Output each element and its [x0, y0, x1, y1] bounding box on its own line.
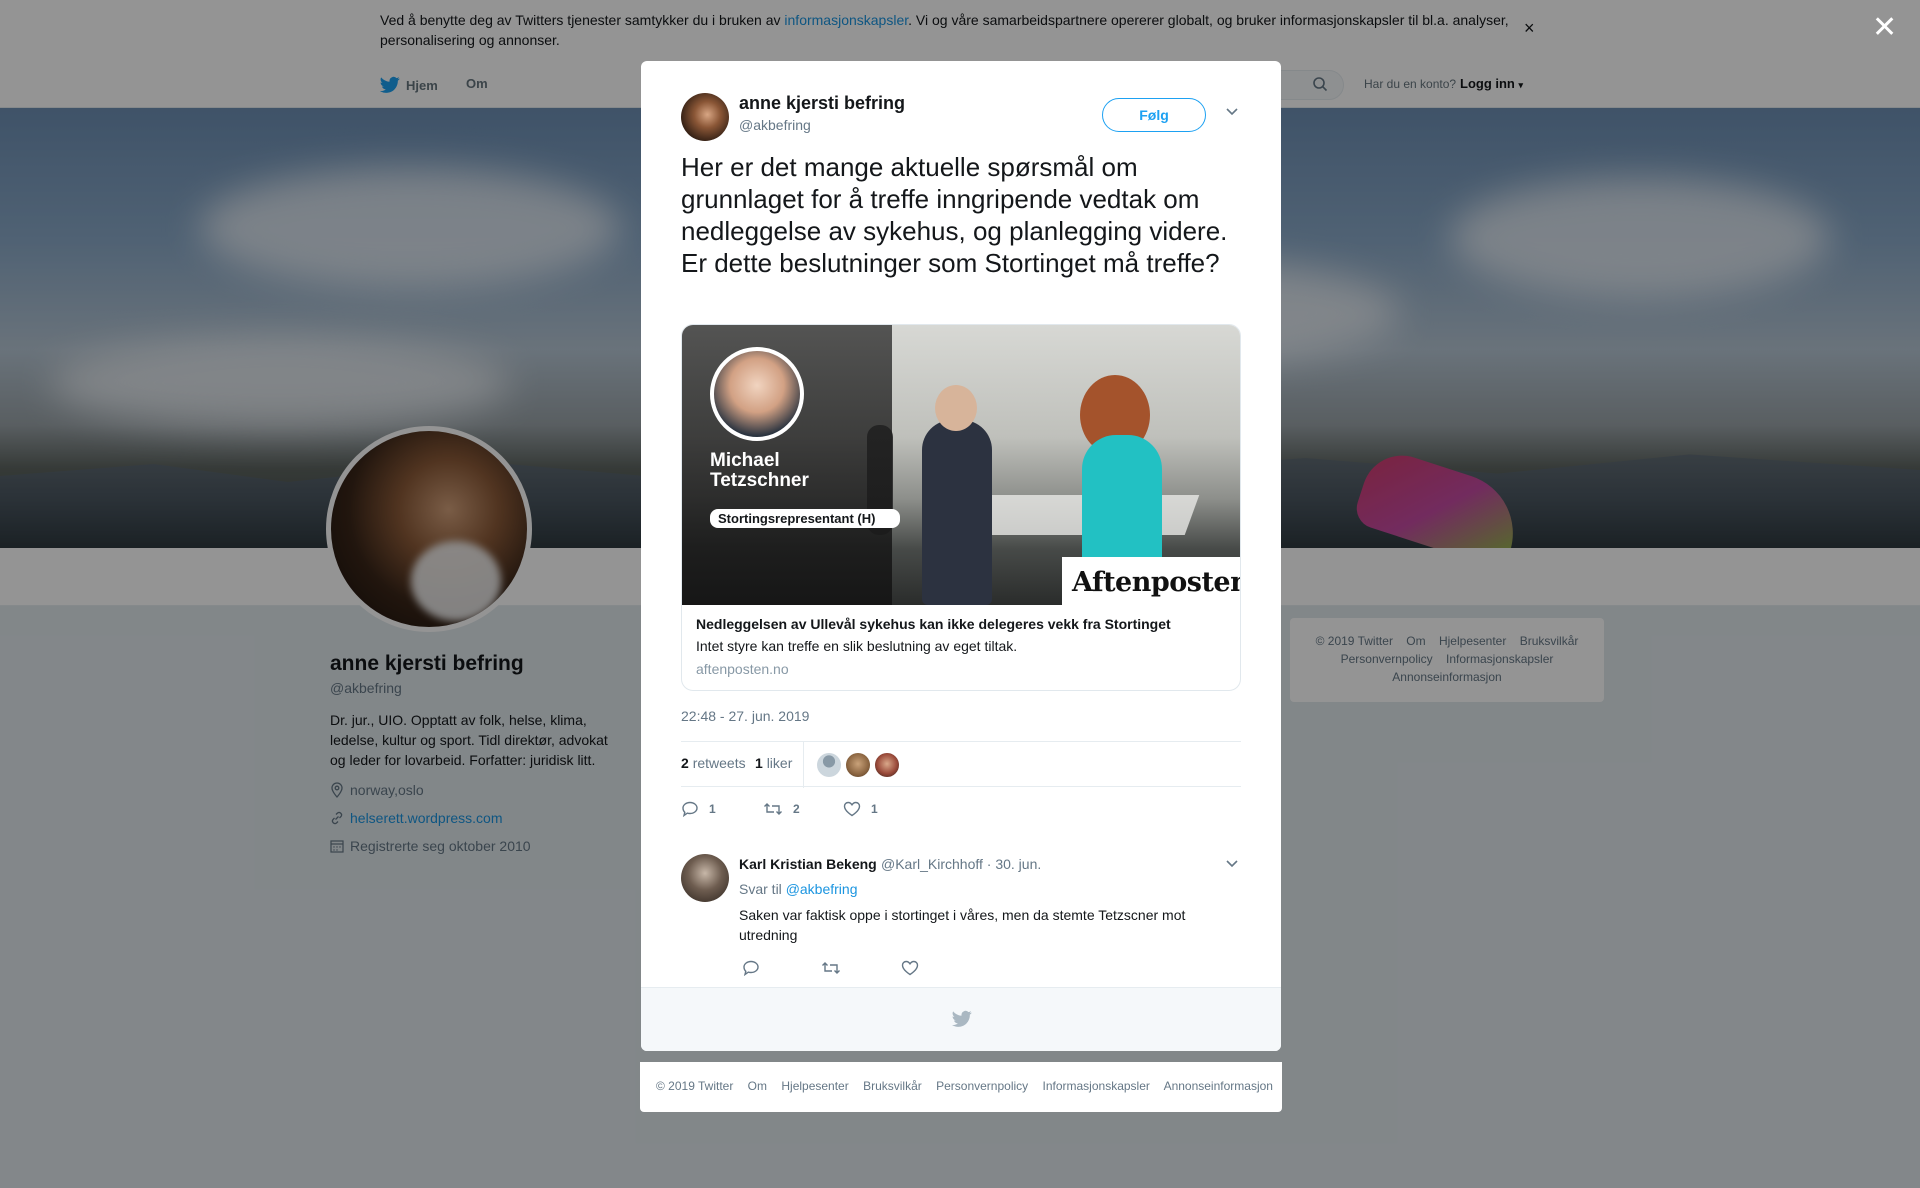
tweet-modal: anne kjersti befring @akbefring Følg Her…	[641, 61, 1281, 1051]
reply-author-name[interactable]: Karl Kristian Bekeng	[739, 856, 877, 872]
footer-link-copyright[interactable]: © 2019 Twitter	[656, 1079, 733, 1093]
reply-author-handle[interactable]: @Karl_Kirchhoff · 30. jun.	[881, 856, 1041, 872]
image-detail	[935, 385, 977, 431]
tweet-timestamp[interactable]: 22:48 - 27. jun. 2019	[681, 708, 809, 724]
footer-link-terms[interactable]: Bruksvilkår	[863, 1079, 922, 1093]
footer-link-about[interactable]: Om	[748, 1079, 767, 1093]
reply-to-link[interactable]: @akbefring	[786, 881, 858, 897]
heart-icon[interactable]	[901, 960, 919, 976]
follow-button[interactable]: Følg	[1102, 98, 1206, 132]
stats-divider	[803, 742, 804, 788]
like-count: 1	[871, 802, 878, 816]
card-image-name: Michael Tetzschner	[710, 451, 809, 491]
reply-to: Svar til @akbefring	[739, 881, 858, 897]
like-button[interactable]: 1	[843, 801, 878, 817]
aftenposten-logo: Aftenposten	[1072, 567, 1241, 598]
link-preview-card[interactable]: Michael Tetzschner Stortingsrepresentant …	[681, 324, 1241, 691]
modal-bottom-footer: © 2019 Twitter Om Hjelpesenter Bruksvilk…	[640, 1062, 1282, 1112]
portrait-inset	[710, 347, 804, 441]
retweet-button[interactable]: 2	[763, 801, 800, 817]
card-description: Intet styre kan treffe en slik beslutnin…	[696, 638, 1018, 654]
card-image-role: Stortingsrepresentant (H)	[710, 509, 900, 528]
retweets-stat-label: retweets	[692, 755, 746, 771]
reply-to-label: Svar til	[739, 881, 782, 897]
reply-icon	[682, 801, 698, 817]
card-image-name-line1: Michael	[710, 450, 780, 471]
tweet-author-handle[interactable]: @akbefring	[739, 117, 811, 133]
retweets-stat-count: 2	[681, 755, 689, 771]
likes-stat[interactable]: 1 liker	[755, 755, 792, 771]
tweet-stats: 2 retweets 1 liker	[681, 741, 1241, 788]
likes-stat-label: liker	[766, 755, 793, 771]
card-domain: aftenposten.no	[696, 661, 789, 677]
twitter-bird-icon	[952, 1010, 972, 1027]
chevron-down-icon[interactable]	[1225, 859, 1239, 869]
retweets-stat[interactable]: 2 retweets	[681, 755, 746, 771]
liker-avatar[interactable]	[846, 753, 870, 777]
footer-link-help[interactable]: Hjelpesenter	[781, 1079, 848, 1093]
footer-link-ads[interactable]: Annonseinformasjon	[1164, 1079, 1273, 1093]
reply-tweet[interactable]: Karl Kristian Bekeng @Karl_Kirchhoff · 3…	[641, 839, 1281, 976]
heart-icon	[843, 801, 861, 817]
tweet-author-avatar[interactable]	[681, 93, 729, 141]
tweet-author-name[interactable]: anne kjersti befring	[739, 93, 905, 114]
retweet-icon	[764, 803, 782, 815]
tweet-text: Her er det mange aktuelle spørsmål om gr…	[681, 152, 1228, 278]
modal-footer	[641, 987, 1281, 1051]
reply-button[interactable]: 1	[681, 801, 716, 817]
likes-stat-count: 1	[755, 755, 763, 771]
reply-text: Saken var faktisk oppe i stortinget i vå…	[739, 907, 1186, 943]
footer-link-privacy[interactable]: Personvernpolicy	[936, 1079, 1028, 1093]
tweet-actions: 1 2 1	[681, 799, 1241, 823]
footer-link-cookies[interactable]: Informasjonskapsler	[1043, 1079, 1150, 1093]
card-image-name-line2: Tetzschner	[710, 470, 809, 491]
card-title: Nedleggelsen av Ullevål sykehus kan ikke…	[696, 616, 1171, 632]
reply-icon[interactable]	[742, 960, 760, 976]
liker-avatar[interactable]	[817, 753, 841, 777]
retweet-count: 2	[793, 802, 800, 816]
reply-count: 1	[709, 802, 716, 816]
reply-author-avatar[interactable]	[681, 854, 729, 902]
chevron-down-icon[interactable]	[1225, 107, 1239, 117]
retweet-icon[interactable]	[821, 960, 841, 976]
close-icon[interactable]: ✕	[1872, 10, 1897, 45]
image-detail	[922, 420, 992, 605]
liker-avatar[interactable]	[875, 753, 899, 777]
card-image: Michael Tetzschner Stortingsrepresentant …	[682, 325, 1241, 605]
